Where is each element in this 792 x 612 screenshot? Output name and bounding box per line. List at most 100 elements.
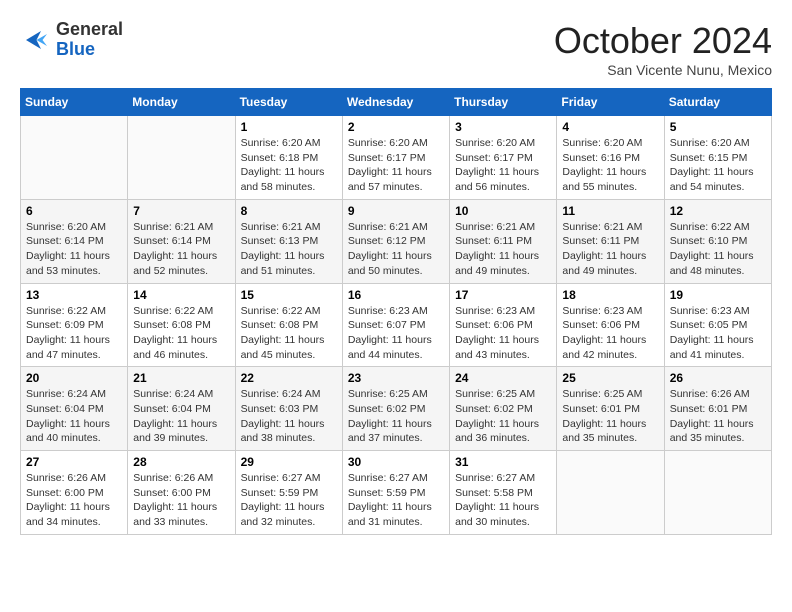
day-cell: 31Sunrise: 6:27 AMSunset: 5:58 PMDayligh…	[450, 451, 557, 535]
day-number: 8	[241, 204, 337, 218]
day-number: 26	[670, 371, 766, 385]
day-info: Sunrise: 6:27 AMSunset: 5:59 PMDaylight:…	[241, 471, 337, 530]
day-info: Sunrise: 6:20 AMSunset: 6:15 PMDaylight:…	[670, 136, 766, 195]
day-number: 17	[455, 288, 551, 302]
header-cell-saturday: Saturday	[664, 89, 771, 116]
week-row-1: 1 Sunrise: 6:20 AMSunset: 6:18 PMDaylight…	[21, 116, 772, 200]
day-number: 11	[562, 204, 658, 218]
day-number: 2	[348, 120, 444, 134]
day-info: Sunrise: 6:24 AMSunset: 6:04 PMDaylight:…	[26, 387, 122, 446]
day-cell: 23Sunrise: 6:25 AMSunset: 6:02 PMDayligh…	[342, 367, 449, 451]
day-info: Sunrise: 6:25 AMSunset: 6:02 PMDaylight:…	[455, 387, 551, 446]
day-number: 12	[670, 204, 766, 218]
day-cell	[664, 451, 771, 535]
day-cell: 2 Sunrise: 6:20 AMSunset: 6:17 PMDaylight…	[342, 116, 449, 200]
day-info: Sunrise: 6:22 AMSunset: 6:10 PMDaylight:…	[670, 220, 766, 279]
day-info: Sunrise: 6:27 AMSunset: 5:58 PMDaylight:…	[455, 471, 551, 530]
day-number: 9	[348, 204, 444, 218]
week-row-2: 6 Sunrise: 6:20 AMSunset: 6:14 PMDaylight…	[21, 199, 772, 283]
day-info: Sunrise: 6:21 AMSunset: 6:12 PMDaylight:…	[348, 220, 444, 279]
day-cell: 28 Sunrise: 6:26 AMSunset: 6:00 PMDayligh…	[128, 451, 235, 535]
week-row-3: 13Sunrise: 6:22 AMSunset: 6:09 PMDayligh…	[21, 283, 772, 367]
header-cell-friday: Friday	[557, 89, 664, 116]
day-number: 15	[241, 288, 337, 302]
day-number: 27	[26, 455, 122, 469]
day-info: Sunrise: 6:27 AMSunset: 5:59 PMDaylight:…	[348, 471, 444, 530]
day-cell: 7 Sunrise: 6:21 AMSunset: 6:14 PMDaylight…	[128, 199, 235, 283]
day-cell: 5 Sunrise: 6:20 AMSunset: 6:15 PMDaylight…	[664, 116, 771, 200]
day-cell: 4Sunrise: 6:20 AMSunset: 6:16 PMDaylight…	[557, 116, 664, 200]
day-info: Sunrise: 6:23 AMSunset: 6:06 PMDaylight:…	[455, 304, 551, 363]
day-cell: 10 Sunrise: 6:21 AMSunset: 6:11 PMDayligh…	[450, 199, 557, 283]
day-number: 20	[26, 371, 122, 385]
day-number: 25	[562, 371, 658, 385]
day-number: 22	[241, 371, 337, 385]
day-cell: 15 Sunrise: 6:22 AMSunset: 6:08 PMDayligh…	[235, 283, 342, 367]
day-info: Sunrise: 6:21 AMSunset: 6:14 PMDaylight:…	[133, 220, 229, 279]
logo-icon	[20, 25, 50, 55]
day-cell: 20 Sunrise: 6:24 AMSunset: 6:04 PMDayligh…	[21, 367, 128, 451]
day-cell: 19 Sunrise: 6:23 AMSunset: 6:05 PMDayligh…	[664, 283, 771, 367]
day-info: Sunrise: 6:23 AMSunset: 6:05 PMDaylight:…	[670, 304, 766, 363]
day-info: Sunrise: 6:21 AMSunset: 6:13 PMDaylight:…	[241, 220, 337, 279]
page-header: General Blue October 2024 San Vicente Nu…	[20, 20, 772, 78]
logo: General Blue	[20, 20, 123, 60]
day-info: Sunrise: 6:24 AMSunset: 6:04 PMDaylight:…	[133, 387, 229, 446]
day-cell: 12 Sunrise: 6:22 AMSunset: 6:10 PMDayligh…	[664, 199, 771, 283]
header-cell-sunday: Sunday	[21, 89, 128, 116]
day-info: Sunrise: 6:23 AMSunset: 6:06 PMDaylight:…	[562, 304, 658, 363]
day-cell: 11Sunrise: 6:21 AMSunset: 6:11 PMDayligh…	[557, 199, 664, 283]
day-number: 13	[26, 288, 122, 302]
day-info: Sunrise: 6:20 AMSunset: 6:18 PMDaylight:…	[241, 136, 337, 195]
day-number: 4	[562, 120, 658, 134]
day-cell: 29 Sunrise: 6:27 AMSunset: 5:59 PMDayligh…	[235, 451, 342, 535]
day-info: Sunrise: 6:20 AMSunset: 6:14 PMDaylight:…	[26, 220, 122, 279]
day-info: Sunrise: 6:20 AMSunset: 6:17 PMDaylight:…	[348, 136, 444, 195]
day-cell: 27Sunrise: 6:26 AMSunset: 6:00 PMDayligh…	[21, 451, 128, 535]
calendar-header: SundayMondayTuesdayWednesdayThursdayFrid…	[21, 89, 772, 116]
day-cell: 18Sunrise: 6:23 AMSunset: 6:06 PMDayligh…	[557, 283, 664, 367]
day-number: 5	[670, 120, 766, 134]
day-cell: 9 Sunrise: 6:21 AMSunset: 6:12 PMDaylight…	[342, 199, 449, 283]
day-cell: 16 Sunrise: 6:23 AMSunset: 6:07 PMDayligh…	[342, 283, 449, 367]
logo-general-text: General	[56, 19, 123, 39]
day-info: Sunrise: 6:22 AMSunset: 6:08 PMDaylight:…	[241, 304, 337, 363]
day-cell: 17 Sunrise: 6:23 AMSunset: 6:06 PMDayligh…	[450, 283, 557, 367]
day-info: Sunrise: 6:22 AMSunset: 6:08 PMDaylight:…	[133, 304, 229, 363]
day-number: 21	[133, 371, 229, 385]
day-number: 10	[455, 204, 551, 218]
header-cell-wednesday: Wednesday	[342, 89, 449, 116]
day-number: 7	[133, 204, 229, 218]
day-number: 16	[348, 288, 444, 302]
day-number: 3	[455, 120, 551, 134]
day-number: 14	[133, 288, 229, 302]
header-cell-tuesday: Tuesday	[235, 89, 342, 116]
day-cell: 22 Sunrise: 6:24 AMSunset: 6:03 PMDayligh…	[235, 367, 342, 451]
day-number: 28	[133, 455, 229, 469]
day-number: 1	[241, 120, 337, 134]
day-cell: 21 Sunrise: 6:24 AMSunset: 6:04 PMDayligh…	[128, 367, 235, 451]
day-cell: 30Sunrise: 6:27 AMSunset: 5:59 PMDayligh…	[342, 451, 449, 535]
day-cell: 1 Sunrise: 6:20 AMSunset: 6:18 PMDaylight…	[235, 116, 342, 200]
month-title: October 2024	[554, 20, 772, 62]
header-cell-monday: Monday	[128, 89, 235, 116]
day-info: Sunrise: 6:24 AMSunset: 6:03 PMDaylight:…	[241, 387, 337, 446]
title-block: October 2024 San Vicente Nunu, Mexico	[554, 20, 772, 78]
day-info: Sunrise: 6:26 AMSunset: 6:00 PMDaylight:…	[133, 471, 229, 530]
day-number: 6	[26, 204, 122, 218]
day-cell	[21, 116, 128, 200]
day-number: 23	[348, 371, 444, 385]
week-row-4: 20 Sunrise: 6:24 AMSunset: 6:04 PMDayligh…	[21, 367, 772, 451]
day-info: Sunrise: 6:21 AMSunset: 6:11 PMDaylight:…	[455, 220, 551, 279]
day-info: Sunrise: 6:26 AMSunset: 6:01 PMDaylight:…	[670, 387, 766, 446]
day-info: Sunrise: 6:25 AMSunset: 6:01 PMDaylight:…	[562, 387, 658, 446]
day-cell: 26 Sunrise: 6:26 AMSunset: 6:01 PMDayligh…	[664, 367, 771, 451]
day-info: Sunrise: 6:23 AMSunset: 6:07 PMDaylight:…	[348, 304, 444, 363]
day-cell: 3Sunrise: 6:20 AMSunset: 6:17 PMDaylight…	[450, 116, 557, 200]
day-number: 29	[241, 455, 337, 469]
logo-blue-text: Blue	[56, 39, 95, 59]
location: San Vicente Nunu, Mexico	[554, 62, 772, 78]
day-cell: 6 Sunrise: 6:20 AMSunset: 6:14 PMDaylight…	[21, 199, 128, 283]
day-number: 24	[455, 371, 551, 385]
day-number: 19	[670, 288, 766, 302]
